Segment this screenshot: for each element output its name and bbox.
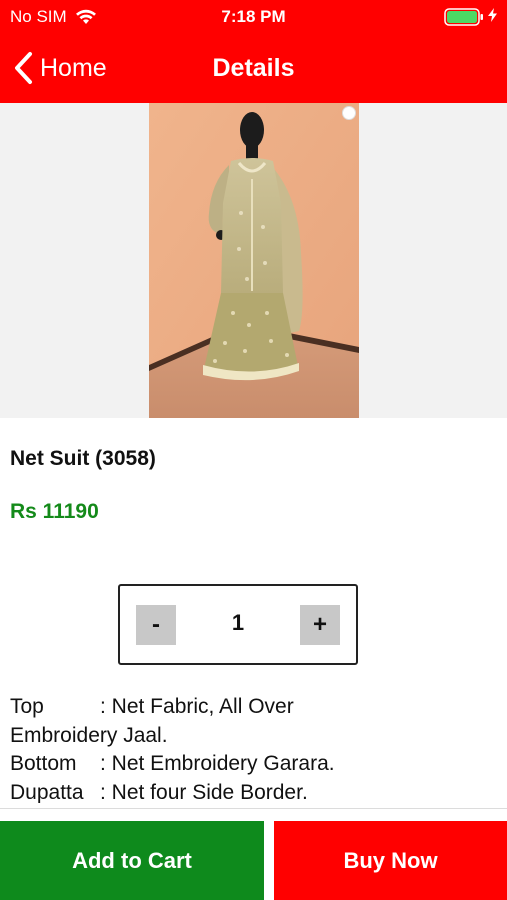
battery-status: [444, 8, 497, 26]
description-key: Bottom: [10, 752, 77, 775]
description-value: : Net Fabric, All Over: [100, 695, 294, 718]
description-row: Embroidery Jaal.: [10, 722, 497, 751]
product-price: Rs 11190: [10, 500, 99, 523]
description-row: Dupatta : Net four Side Border.: [10, 779, 497, 804]
navigation-bar: Home Details: [0, 36, 507, 103]
battery-icon: [444, 8, 484, 26]
description-value: : Net four Side Border.: [100, 780, 308, 804]
description-key: Dupatta: [10, 780, 84, 804]
quantity-stepper: - 1 +: [118, 584, 358, 665]
product-image[interactable]: [149, 103, 359, 418]
increase-quantity-button[interactable]: +: [300, 605, 340, 645]
divider: [0, 808, 507, 809]
buy-now-button[interactable]: Buy Now: [274, 821, 507, 900]
product-image-area: [0, 103, 507, 418]
page-title: Details: [212, 54, 295, 82]
product-name: Net Suit (3058): [10, 447, 156, 470]
product-description: Top : Net Fabric, All Over Embroidery Jaa…: [10, 693, 497, 803]
status-time: 7:18 PM: [221, 7, 286, 26]
description-value: : Net Embroidery Garara.: [100, 752, 335, 775]
description-key: Top: [10, 695, 44, 718]
bolt-icon: [488, 8, 497, 26]
description-row: Top : Net Fabric, All Over: [10, 693, 497, 722]
add-to-cart-button[interactable]: Add to Cart: [0, 821, 264, 900]
description-value: Embroidery Jaal.: [10, 723, 168, 747]
brand-logo: [342, 106, 356, 120]
description-row: Bottom : Net Embroidery Garara.: [10, 750, 497, 779]
app-header: No SIM 7:18 PM Home Details: [0, 0, 507, 103]
status-bar: No SIM 7:18 PM: [0, 0, 507, 36]
